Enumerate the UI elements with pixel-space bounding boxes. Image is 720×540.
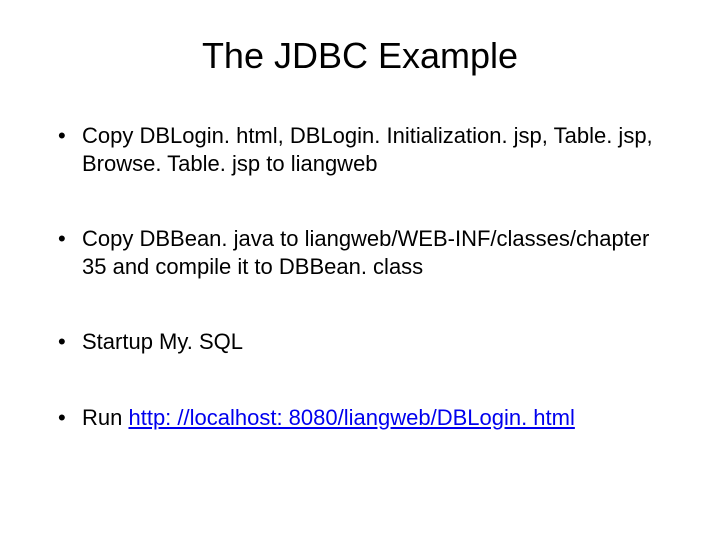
bullet-text: Copy DBBean. java to liangweb/WEB-INF/cl…: [82, 226, 649, 279]
bullet-text: Copy DBLogin. html, DBLogin. Initializat…: [82, 123, 653, 176]
list-item: Copy DBBean. java to liangweb/WEB-INF/cl…: [50, 225, 670, 280]
list-item: Startup My. SQL: [50, 328, 670, 356]
slide-title: The JDBC Example: [50, 35, 670, 77]
bullet-text: Startup My. SQL: [82, 329, 243, 354]
list-item: Copy DBLogin. html, DBLogin. Initializat…: [50, 122, 670, 177]
bullet-prefix: Run: [82, 405, 128, 430]
list-item: Run http: //localhost: 8080/liangweb/DBL…: [50, 404, 670, 432]
url-link[interactable]: http: //localhost: 8080/liangweb/DBLogin…: [128, 405, 574, 430]
bullet-list: Copy DBLogin. html, DBLogin. Initializat…: [50, 122, 670, 431]
